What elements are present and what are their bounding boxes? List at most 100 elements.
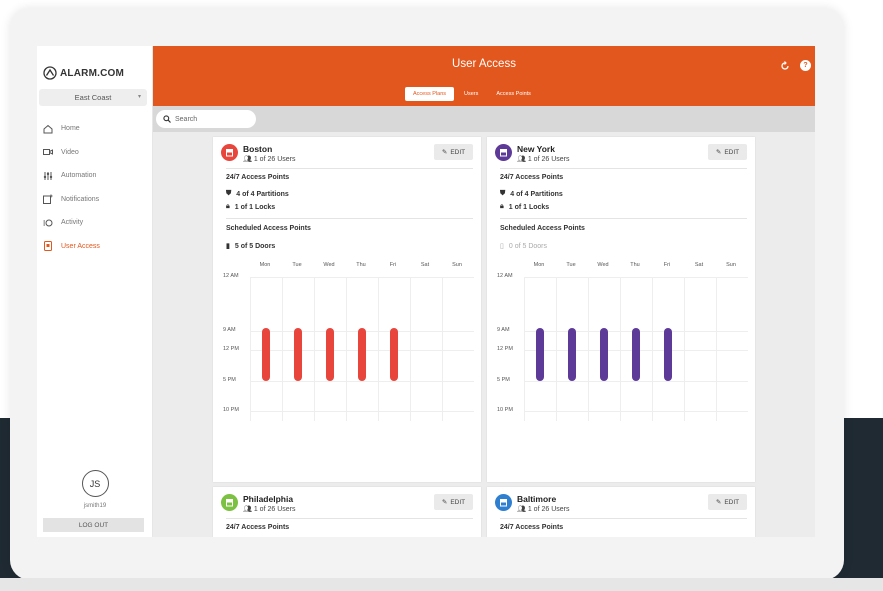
schedule-bar-tue[interactable]	[568, 328, 576, 381]
users-icon: 👥︎	[243, 156, 252, 163]
schedule-bar-mon[interactable]	[262, 328, 270, 381]
time-label: 10 PM	[223, 407, 239, 413]
divider	[226, 518, 473, 519]
grid-row	[524, 381, 748, 382]
partitions-line: ⛊ 4 of 4 Partitions	[226, 190, 289, 198]
time-label: 10 PM	[497, 407, 513, 413]
sidebar-nav: Home Video Automation Notifications Acti…	[37, 117, 153, 258]
pencil-icon: ✎	[441, 149, 448, 156]
sidebar-item-label: Automation	[61, 172, 97, 180]
sidebar-item-label: Video	[61, 148, 79, 156]
doors-line: ▯ 0 of 5 Doors	[500, 242, 547, 251]
edit-button[interactable]: ✎ EDIT	[434, 144, 473, 160]
logo-icon	[43, 66, 57, 80]
schedule-bar-thu[interactable]	[358, 328, 366, 381]
card-header: Philadelphia 👥︎ 1 of 26 Users	[221, 494, 295, 513]
search-placeholder: Search	[175, 115, 198, 123]
username: jsmith19	[83, 503, 107, 509]
schedule-bar-thu[interactable]	[632, 328, 640, 381]
sidebar-item-label: Home	[61, 125, 80, 133]
day-label: Fri	[663, 262, 671, 268]
pencil-icon: ✎	[715, 149, 722, 156]
site-name: Boston	[243, 144, 273, 154]
sidebar-item-video[interactable]: Video	[37, 141, 153, 165]
edit-button[interactable]: ✎ EDIT	[708, 144, 747, 160]
user-profile: JS jsmith19	[37, 470, 153, 509]
grid-column	[410, 277, 411, 421]
day-label: Thu	[630, 262, 640, 268]
time-label: 12 AM	[497, 273, 513, 279]
sidebar-item-home[interactable]: Home	[37, 117, 153, 141]
sidebar-item-user-access[interactable]: User Access	[37, 235, 153, 259]
edit-button[interactable]: ✎ EDIT	[708, 494, 747, 510]
location-select[interactable]: East Coast ▾	[39, 89, 147, 106]
day-label: Wed	[323, 262, 335, 268]
schedule-bar-fri[interactable]	[664, 328, 672, 381]
scheduled-access-heading: Scheduled Access Points	[500, 225, 585, 232]
schedule-bar-mon[interactable]	[536, 328, 544, 381]
avatar[interactable]: JS	[81, 470, 109, 497]
divider	[500, 168, 747, 169]
home-icon	[43, 124, 53, 134]
time-label: 5 PM	[497, 377, 510, 383]
grid-column	[716, 277, 717, 421]
grid-row	[250, 411, 474, 412]
site-name: Baltimore	[517, 494, 557, 504]
logout-button[interactable]: LOG OUT	[43, 518, 144, 532]
divider	[226, 218, 473, 219]
day-label: Fri	[389, 262, 397, 268]
card-header: Baltimore 👥︎ 1 of 26 Users	[495, 494, 569, 513]
edit-button[interactable]: ✎ EDIT	[434, 494, 473, 510]
schedule-bar-fri[interactable]	[390, 328, 398, 381]
day-label: Thu	[356, 262, 366, 268]
always-access-heading: 24/7 Access Points	[226, 174, 290, 181]
grid-row	[524, 411, 748, 412]
locks-line: 🔒︎ 1 of 1 Locks	[226, 203, 276, 211]
lock-icon: 🔒︎	[226, 203, 230, 210]
grid-column	[282, 277, 283, 421]
sidebar-item-automation[interactable]: Automation	[37, 164, 153, 188]
site-users: 👥︎ 1 of 26 Users	[517, 156, 570, 163]
divider	[226, 168, 473, 169]
time-label: 5 PM	[223, 377, 236, 383]
pencil-icon: ✎	[715, 499, 722, 506]
grid-column	[378, 277, 379, 421]
tab-access-plans[interactable]: Access Plans	[405, 87, 455, 101]
help-icon[interactable]: ?	[800, 60, 811, 71]
alarm-com-logo[interactable]: ALARM.COM	[43, 66, 124, 80]
divider	[500, 518, 747, 519]
site-name: New York	[517, 144, 555, 154]
user-access-icon	[43, 241, 53, 252]
site-users: 👥︎ 1 of 26 Users	[517, 506, 570, 513]
day-label: Sat	[694, 262, 704, 268]
video-camera-icon	[43, 147, 53, 157]
refresh-icon[interactable]	[779, 60, 790, 71]
sidebar-item-label: User Access	[61, 242, 100, 250]
always-access-heading: 24/7 Access Points	[500, 174, 564, 181]
tab-access-points[interactable]: Access Points	[488, 87, 539, 101]
storefront-icon	[495, 144, 512, 161]
card-header: New York 👥︎ 1 of 26 Users	[495, 144, 569, 163]
storefront-icon	[495, 494, 512, 511]
schedule-bar-tue[interactable]	[294, 328, 302, 381]
schedule-bar-wed[interactable]	[600, 328, 608, 381]
grid-column	[524, 277, 525, 421]
access-plan-card-baltimore: Baltimore 👥︎ 1 of 26 Users ✎ EDIT 24/7 A…	[487, 487, 755, 537]
sidebar-item-notifications[interactable]: Notifications	[37, 188, 153, 212]
grid-column	[684, 277, 685, 421]
schedule-bar-wed[interactable]	[326, 328, 334, 381]
automation-icon	[43, 171, 53, 181]
search-input[interactable]: Search	[156, 110, 256, 128]
storefront-icon	[221, 144, 238, 161]
users-icon: 👥︎	[243, 506, 252, 513]
day-label: Mon	[533, 262, 545, 268]
grid-row	[524, 277, 748, 278]
grid-row	[250, 381, 474, 382]
sidebar-item-activity[interactable]: Activity	[37, 211, 153, 235]
tab-users[interactable]: Users	[456, 87, 486, 101]
lock-icon: 🔒︎	[500, 203, 504, 210]
scheduled-access-heading: Scheduled Access Points	[226, 225, 311, 232]
day-label: Wed	[597, 262, 609, 268]
tab-bar: Access Plans Users Access Points	[405, 87, 539, 101]
laptop-base	[0, 578, 883, 591]
